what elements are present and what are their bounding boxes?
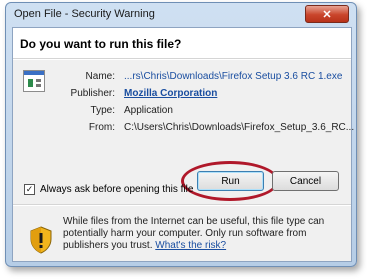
file-name-link[interactable]: ...rs\Chris\Downloads\Firefox Setup 3.6 … (124, 71, 342, 82)
type-label: Type: (90, 105, 115, 116)
divider (13, 58, 351, 60)
always-ask-label[interactable]: Always ask before opening this file (40, 184, 193, 195)
application-icon (23, 70, 45, 92)
title-bar[interactable]: Open File - Security Warning ✕ (6, 3, 356, 25)
from-label: From: (88, 122, 115, 133)
window-title: Open File - Security Warning (14, 8, 155, 20)
shield-warning-icon (30, 226, 52, 254)
warning-text: While files from the Internet can be use… (63, 216, 343, 252)
publisher-label: Publisher: (70, 88, 115, 99)
divider (13, 204, 351, 206)
publisher-link[interactable]: Mozilla Corporation (124, 88, 217, 99)
question-header: Do you want to run this file? (13, 28, 351, 58)
always-ask-checkbox[interactable]: ✓ (24, 184, 35, 195)
run-button-highlight-ellipse (181, 161, 279, 201)
close-button[interactable]: ✕ (305, 5, 349, 23)
name-label: Name: (85, 71, 115, 82)
question-text: Do you want to run this file? (20, 37, 182, 51)
from-value: C:\Users\Chris\Downloads\Firefox_Setup_3… (124, 122, 355, 133)
cancel-button[interactable]: Cancel (272, 171, 339, 191)
dialog-body: Do you want to run this file? Name: ...r… (12, 27, 355, 262)
type-value: Application (124, 105, 173, 116)
whats-the-risk-link[interactable]: What's the risk? (155, 240, 226, 251)
dialog-window: Open File - Security Warning ✕ Do you wa… (5, 2, 357, 267)
